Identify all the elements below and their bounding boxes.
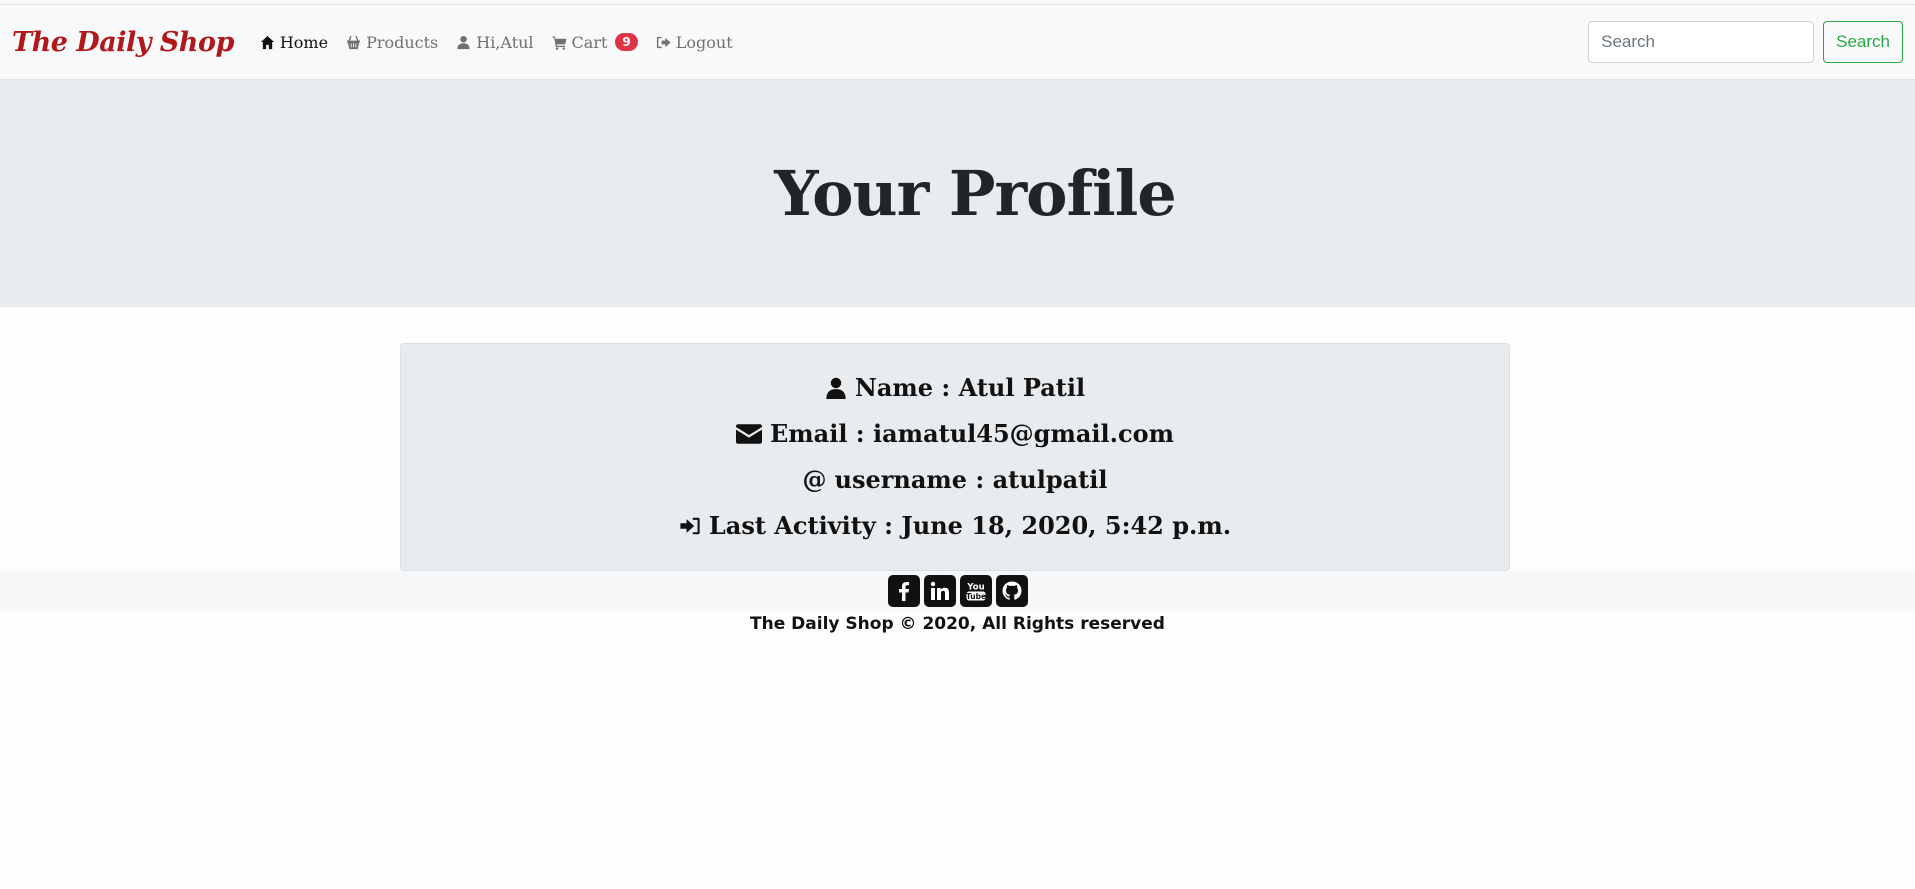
home-icon xyxy=(260,35,274,49)
profile-name: Name : Atul Patil xyxy=(854,373,1086,402)
svg-text:Tube: Tube xyxy=(965,592,985,601)
linkedin-icon[interactable] xyxy=(923,575,956,607)
nav-links: Home Products Hi,Atul Cart 9 Logout xyxy=(260,33,751,52)
nav-cart[interactable]: Cart 9 xyxy=(552,33,638,52)
basket-icon xyxy=(347,35,361,49)
cart-icon xyxy=(552,35,567,50)
profile-email-row: Email : iamatul45@gmail.com xyxy=(735,416,1175,452)
nav-logout-label: Logout xyxy=(675,32,733,52)
at-icon: @ xyxy=(802,465,827,494)
brand-logo[interactable]: The Daily Shop xyxy=(12,27,234,58)
page-title: Your Profile xyxy=(774,157,1176,230)
profile-name-row: Name : Atul Patil xyxy=(825,370,1085,406)
profile-username-row: @ username : atulpatil xyxy=(803,462,1108,498)
youtube-glyph: YouTube xyxy=(965,583,985,601)
nav-products-label: Products xyxy=(366,32,439,52)
nav-user[interactable]: Hi,Atul xyxy=(456,32,534,52)
cart-count-badge: 9 xyxy=(615,33,638,51)
profile-last-activity: Last Activity : June 18, 2020, 5:42 p.m. xyxy=(708,511,1232,540)
nav-logout[interactable]: Logout xyxy=(656,33,733,52)
nav-home[interactable]: Home xyxy=(260,33,328,52)
linkedin-glyph xyxy=(930,581,949,600)
profile-card: Name : Atul Patil Email : iamatul45@gmai… xyxy=(400,343,1510,571)
facebook-icon[interactable] xyxy=(887,575,920,607)
user-icon xyxy=(457,35,470,49)
logout-icon xyxy=(656,36,671,48)
profile-username: username : atulpatil xyxy=(834,465,1108,494)
sign-in-icon xyxy=(680,517,700,535)
envelope-icon xyxy=(735,424,762,444)
nav-home-label: Home xyxy=(279,32,329,52)
nav-products[interactable]: Products xyxy=(346,33,438,52)
github-glyph xyxy=(1002,581,1021,600)
github-icon[interactable] xyxy=(995,575,1028,607)
youtube-icon[interactable]: You Tube xyxy=(959,575,992,607)
profile-header: Your Profile xyxy=(0,80,1915,307)
navbar: The Daily Shop Home Products Hi,Atul Car… xyxy=(0,5,1915,80)
nav-cart-label: Cart xyxy=(571,32,608,52)
nav-user-label: Hi,Atul xyxy=(476,32,534,52)
social-links: You Tube xyxy=(0,571,1915,611)
facebook-glyph xyxy=(898,582,909,601)
search-input[interactable] xyxy=(1588,21,1815,63)
user-icon xyxy=(826,377,846,399)
profile-email: Email : iamatul45@gmail.com xyxy=(769,419,1175,448)
profile-activity-row: Last Activity : June 18, 2020, 5:42 p.m. xyxy=(679,508,1231,544)
search-button[interactable]: Search xyxy=(1823,21,1903,63)
footer-copyright: The Daily Shop © 2020, All Rights reserv… xyxy=(750,614,1165,634)
